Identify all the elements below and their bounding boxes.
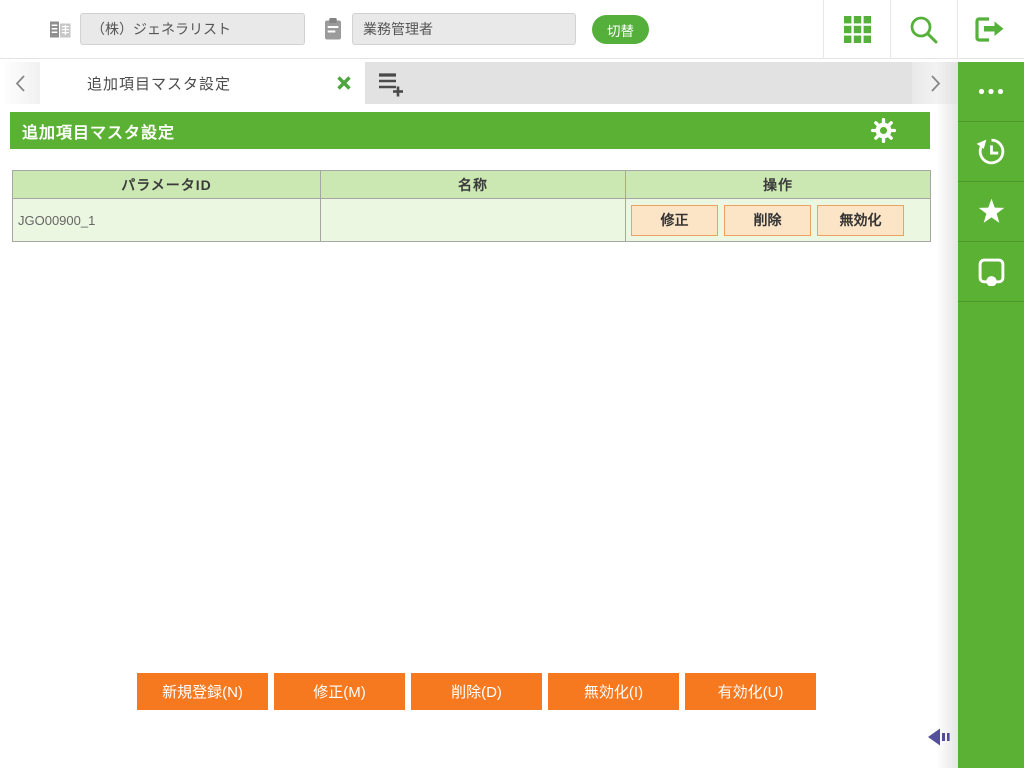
sidebar-feedback-button[interactable] <box>958 242 1024 302</box>
column-header-parameter-id: パラメータID <box>12 170 321 199</box>
feedback-tray-icon <box>977 257 1006 286</box>
sidebar-history-button[interactable] <box>958 122 1024 182</box>
sidebar-shadow <box>936 62 958 768</box>
tab-scroll-right-button[interactable] <box>912 62 958 104</box>
switch-button[interactable]: 切替 <box>592 15 649 44</box>
header-divider <box>890 0 891 59</box>
right-sidebar <box>958 62 1024 768</box>
cell-actions: 修正 削除 無効化 <box>625 198 931 242</box>
clipboard-icon <box>323 17 343 42</box>
disable-button[interactable]: 無効化(I) <box>548 673 679 710</box>
add-tab-icon[interactable] <box>376 70 406 98</box>
new-register-button[interactable]: 新規登録(N) <box>137 673 268 710</box>
row-delete-button[interactable]: 削除 <box>724 204 811 236</box>
header-divider <box>957 0 958 59</box>
company-icon <box>49 18 73 41</box>
history-clock-icon <box>975 135 1008 168</box>
enable-button[interactable]: 有効化(U) <box>685 673 816 710</box>
logout-icon[interactable] <box>959 0 1019 58</box>
row-disable-button[interactable]: 無効化 <box>817 204 904 236</box>
page-title: 追加項目マスタ設定 <box>22 124 176 142</box>
app-window: 切替 <box>0 0 1024 768</box>
sidebar-more-button[interactable] <box>958 62 1024 122</box>
row-edit-button[interactable]: 修正 <box>631 204 718 236</box>
gear-icon[interactable] <box>871 118 896 143</box>
role-input[interactable] <box>352 13 576 45</box>
search-icon[interactable] <box>893 0 953 58</box>
cell-parameter-id: JGO00900_1 <box>12 198 321 242</box>
top-header: 切替 <box>0 0 1024 59</box>
column-header-actions: 操作 <box>625 170 931 199</box>
column-header-name: 名称 <box>320 170 626 199</box>
chevron-left-icon <box>15 74 26 93</box>
parameter-table: パラメータID 名称 操作 JGO00900_1 修正 削除 無効化 <box>12 170 931 242</box>
tab-bar: 追加項目マスタ設定 <box>0 62 958 104</box>
sidebar-favorites-button[interactable] <box>958 182 1024 242</box>
close-tab-icon[interactable] <box>336 75 352 91</box>
table-row: JGO00900_1 修正 削除 無効化 <box>12 198 931 242</box>
footer-buttons: 新規登録(N) 修正(M) 削除(D) 無効化(I) 有効化(U) <box>137 673 816 710</box>
chevron-right-icon <box>930 74 941 93</box>
more-ellipsis-icon <box>978 88 1004 95</box>
table-header-row: パラメータID 名称 操作 <box>12 170 931 199</box>
delete-button[interactable]: 削除(D) <box>411 673 542 710</box>
collapse-panel-icon[interactable] <box>927 726 955 748</box>
company-input[interactable] <box>80 13 305 45</box>
favorite-star-icon <box>976 197 1007 226</box>
edit-button[interactable]: 修正(M) <box>274 673 405 710</box>
tab-scroll-left-button[interactable] <box>0 62 40 104</box>
panel-titlebar: 追加項目マスタ設定 <box>10 112 930 149</box>
tab-title: 追加項目マスタ設定 <box>87 75 232 93</box>
row-actions: 修正 削除 無効化 <box>626 204 930 236</box>
cell-name <box>320 198 626 242</box>
header-divider <box>823 0 824 59</box>
tab-active[interactable]: 追加項目マスタ設定 <box>40 62 365 104</box>
apps-grid-icon[interactable] <box>827 0 887 58</box>
